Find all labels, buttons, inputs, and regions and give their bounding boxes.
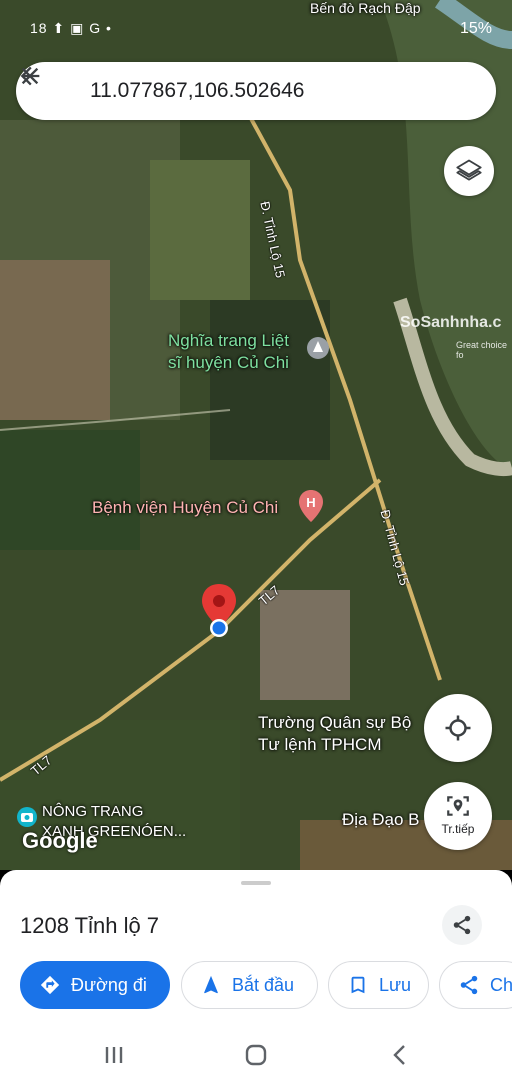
camera-icon[interactable]	[16, 806, 38, 828]
layers-button[interactable]	[444, 146, 494, 196]
watermark-subtext: Great choice fo	[456, 340, 508, 360]
place-sheet[interactable]: 1208 Tỉnh lộ 7 Đường đi Bắt đầu Lưu Ch	[0, 870, 512, 1030]
map-label-top: Bến đò Rạch Đập	[310, 0, 421, 16]
map-label-hospital[interactable]: Bệnh viện Huyện Củ Chi	[92, 498, 278, 518]
svg-text:H: H	[306, 495, 315, 510]
status-icons: 1​8 ⬆ ▣ G •	[30, 20, 112, 36]
search-bar[interactable]: 11.077867,106.502646	[16, 62, 496, 120]
battery-level: 15%	[459, 20, 492, 37]
watermark-text: SoSanhnha.c	[400, 314, 502, 331]
home-icon[interactable]	[242, 1042, 270, 1068]
bookmark-icon	[351, 976, 365, 994]
start-button[interactable]: Bắt đầu	[181, 961, 318, 1009]
crosshair-icon	[445, 715, 471, 741]
share-chip-label: Ch	[490, 974, 512, 995]
start-label: Bắt đầu	[232, 974, 295, 995]
status-bar: 1​8 ⬆ ▣ G • 15%	[0, 0, 512, 40]
recents-icon[interactable]	[100, 1042, 128, 1068]
close-icon[interactable]	[16, 62, 44, 90]
directions-label: Đường đi	[71, 974, 147, 995]
map-label-tunnels[interactable]: Địa Đạo B	[342, 810, 419, 830]
directions-button[interactable]: Đường đi	[20, 961, 170, 1009]
hospital-icon[interactable]: H	[298, 490, 324, 522]
share-chip-button[interactable]: Ch	[439, 961, 512, 1009]
share-button[interactable]	[442, 905, 482, 945]
watermark: SoSanhnha.c Great choice fo	[390, 284, 512, 360]
google-logo: Google	[22, 828, 98, 853]
share-icon	[453, 915, 471, 935]
live-view-label: Tr.tiếp	[441, 822, 475, 836]
cemetery-icon[interactable]	[306, 336, 330, 360]
navigation-arrow-icon	[204, 975, 218, 994]
place-title: 1208 Tỉnh lộ 7	[20, 913, 160, 938]
layers-icon	[456, 159, 482, 181]
search-query[interactable]: 11.077867,106.502646	[90, 79, 305, 103]
save-button[interactable]: Lưu	[328, 961, 429, 1009]
live-view-icon	[447, 796, 469, 816]
back-icon[interactable]	[386, 1042, 414, 1068]
save-label: Lưu	[379, 974, 412, 995]
share-chip-icon	[460, 975, 478, 995]
map-label-military-school[interactable]: Trường Quân sự Bộ Tư lệnh TPHCM	[258, 712, 411, 756]
my-location-button[interactable]	[424, 694, 492, 762]
location-pin-icon[interactable]	[200, 584, 238, 640]
map-view[interactable]: 1​8 ⬆ ▣ G • 15% Bến đò Rạch Đập 11.07786…	[0, 0, 512, 870]
drag-handle[interactable]	[241, 881, 271, 885]
live-view-button[interactable]: Tr.tiếp	[424, 782, 492, 850]
map-label-cemetery[interactable]: Nghĩa trang Liệt sĩ huyện Củ Chi	[168, 330, 289, 374]
directions-icon	[40, 975, 60, 995]
system-nav-bar	[0, 1030, 512, 1080]
